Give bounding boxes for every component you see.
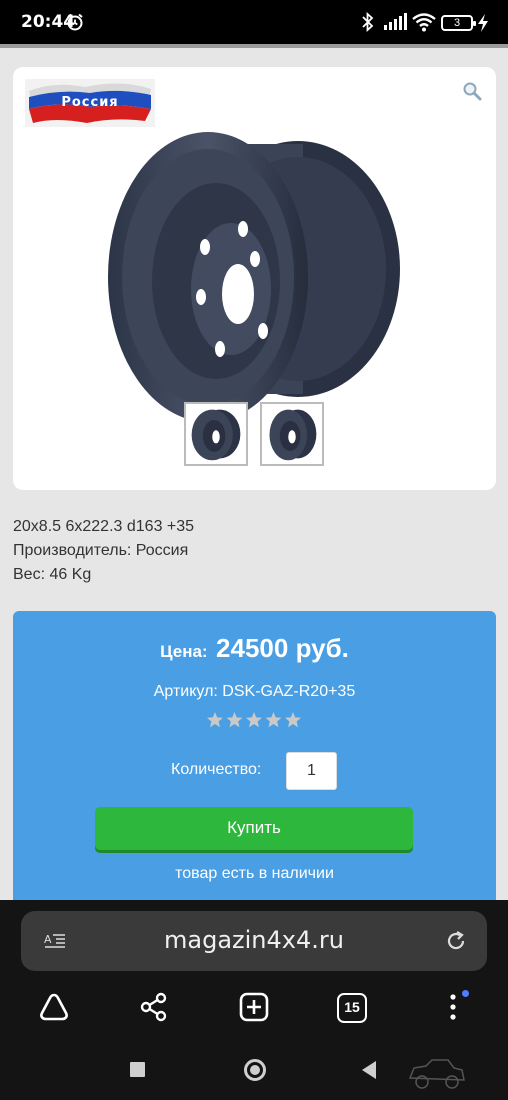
menu-notification-dot bbox=[462, 990, 469, 997]
charging-icon bbox=[478, 14, 488, 32]
url-text[interactable]: magazin4x4.ru bbox=[21, 926, 487, 954]
product-manufacturer: Производитель: Россия bbox=[13, 542, 189, 559]
rating-stars[interactable] bbox=[206, 711, 302, 729]
share-icon[interactable] bbox=[138, 991, 170, 1023]
price-value: 24500 руб. bbox=[216, 633, 349, 663]
new-tab-icon[interactable] bbox=[238, 991, 270, 1023]
alarm-icon bbox=[67, 13, 83, 31]
zoom-icon[interactable] bbox=[462, 81, 482, 101]
buy-panel: Цена: 24500 руб. Артикул: DSK-GAZ-R20+35… bbox=[13, 611, 496, 911]
thumbnail-1[interactable] bbox=[184, 402, 248, 466]
battery-icon: 3 bbox=[441, 15, 476, 31]
product-main-image[interactable] bbox=[93, 109, 423, 449]
price-label: Цена: bbox=[160, 642, 208, 661]
tabs-icon[interactable]: 15 bbox=[337, 993, 367, 1023]
back-button[interactable] bbox=[360, 1060, 378, 1080]
signal-icon bbox=[384, 13, 407, 30]
quantity-label: Количество: bbox=[171, 761, 262, 778]
product-specs: 20x8.5 6x222.3 d163 +35 Производитель: Р… bbox=[13, 515, 194, 587]
thumbnail-2[interactable] bbox=[260, 402, 324, 466]
wifi-icon bbox=[412, 13, 436, 32]
page-top-divider bbox=[0, 44, 508, 48]
home-icon[interactable] bbox=[38, 991, 70, 1023]
status-bar: 20:44 3 bbox=[0, 0, 508, 44]
recent-apps-button[interactable] bbox=[130, 1062, 145, 1077]
system-navigation-bar bbox=[0, 1045, 508, 1100]
quantity-input[interactable] bbox=[286, 752, 337, 790]
product-image-card: Россия bbox=[13, 67, 496, 490]
stock-status: товар есть в наличии bbox=[175, 865, 334, 882]
sku-text: Артикул: DSK-GAZ-R20+35 bbox=[153, 683, 356, 700]
buy-button[interactable]: Купить bbox=[95, 807, 413, 850]
product-title: 20x8.5 6x222.3 d163 +35 bbox=[13, 518, 195, 535]
vehicle-watermark-icon bbox=[408, 1059, 465, 1089]
bluetooth-icon bbox=[362, 12, 374, 32]
product-weight: Вес: 46 Kg bbox=[13, 566, 92, 583]
home-button[interactable] bbox=[244, 1059, 266, 1081]
flag-logo-text: Россия bbox=[61, 95, 118, 110]
browser-bottom-bar: A magazin4x4.ru 15 bbox=[0, 900, 508, 1100]
price-row: Цена: 24500 руб. bbox=[13, 633, 496, 664]
reload-icon[interactable] bbox=[445, 930, 467, 952]
address-bar[interactable]: A magazin4x4.ru bbox=[21, 911, 487, 971]
